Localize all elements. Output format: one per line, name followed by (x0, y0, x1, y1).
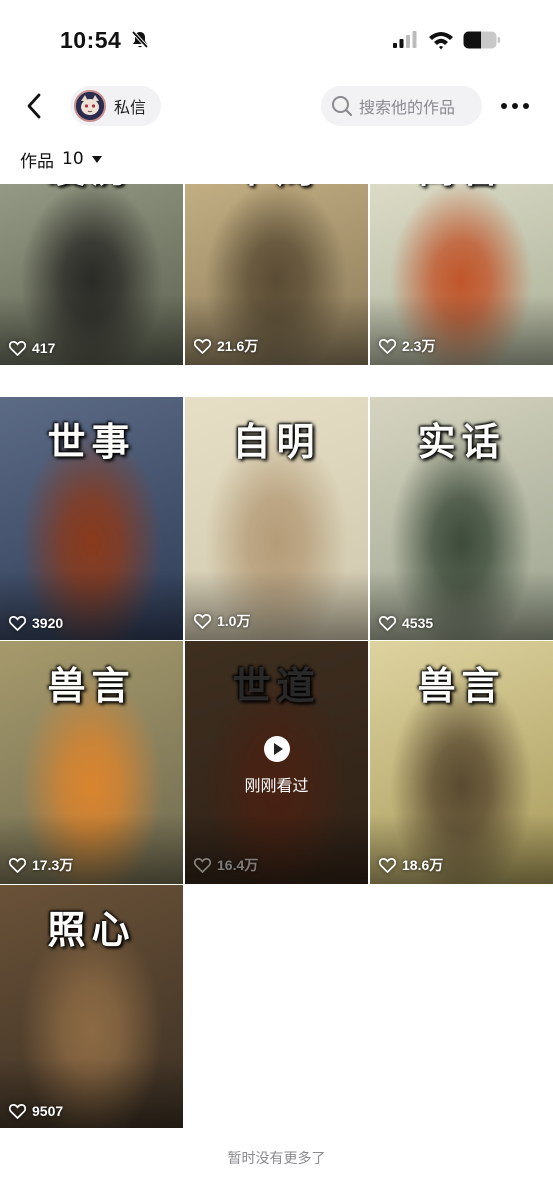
search-placeholder: 搜索他的作品 (359, 98, 456, 117)
work-tile[interactable]: 实话 4535 (370, 397, 553, 640)
heart-icon (194, 613, 211, 629)
work-title: 实话 (417, 419, 506, 464)
avatar (74, 90, 106, 122)
like-count: 16.4万 (194, 855, 258, 875)
back-button[interactable] (18, 90, 50, 122)
recently-viewed-label: 刚刚看过 (244, 776, 309, 795)
like-count-value: 4535 (402, 615, 434, 631)
cellular-signal-icon (393, 31, 417, 48)
chevron-left-icon (27, 93, 41, 119)
bell-off-icon (131, 30, 149, 49)
wifi-icon (429, 32, 453, 50)
more-dots-icon (501, 103, 507, 109)
direct-message-label: 私信 (114, 98, 147, 117)
like-count-value: 2.3万 (402, 338, 436, 354)
works-grid: 凌厉 417 本周 21.6万 寓言 2.3万世事 3920 自明 1.0万 实话 4535 兽言 17… (0, 184, 553, 1130)
search-icon (332, 96, 353, 117)
work-title: 本周 (185, 184, 368, 193)
caret-down-icon (91, 155, 102, 163)
battery-icon (463, 31, 500, 49)
works-filter-dropdown[interactable]: 作品 10 (20, 146, 102, 172)
work-title: 凌厉 (0, 184, 183, 193)
like-count: 4535 (379, 615, 433, 631)
recently-viewed-badge: 刚刚看过 (185, 736, 368, 796)
like-count-value: 17.3万 (32, 857, 74, 873)
heart-icon (379, 338, 396, 354)
status-time: 10:54 (60, 27, 122, 53)
like-count-value: 3920 (32, 615, 64, 631)
like-count: 21.6万 (194, 336, 258, 356)
like-count: 417 (9, 340, 55, 356)
work-tile[interactable]: 自明 1.0万 (185, 397, 368, 640)
profile-header: 私信 搜索他的作品 (0, 80, 553, 132)
like-count: 18.6万 (379, 855, 443, 875)
work-tile[interactable]: 世道刚刚看过16.4万 (185, 641, 368, 884)
like-count: 1.0万 (194, 611, 250, 631)
like-count-value: 18.6万 (402, 857, 444, 873)
like-count: 9507 (9, 1103, 63, 1119)
heart-icon (9, 1103, 26, 1119)
heart-icon (194, 338, 211, 354)
like-count-value: 9507 (32, 1103, 64, 1119)
heart-icon (9, 857, 26, 873)
works-label: 作品 (20, 151, 54, 172)
like-count-value: 16.4万 (217, 857, 259, 873)
heart-icon (379, 615, 396, 631)
work-tile[interactable]: 照心 9507 (0, 885, 183, 1128)
play-icon (263, 736, 290, 762)
status-bar: 10:54 (0, 0, 553, 80)
like-count: 2.3万 (379, 336, 435, 356)
work-tile[interactable]: 兽言 18.6万 (370, 641, 553, 884)
work-title: 寓言 (370, 184, 553, 193)
direct-message-button[interactable]: 私信 (70, 86, 161, 126)
work-title: 照心 (47, 907, 136, 952)
like-count: 17.3万 (9, 855, 73, 875)
no-more-text: 暂时没有更多了 (227, 1151, 326, 1167)
works-count: 10 (62, 149, 84, 169)
heart-icon (194, 857, 211, 873)
heart-icon (379, 857, 396, 873)
like-count: 3920 (9, 615, 63, 631)
like-count-value: 21.6万 (217, 338, 259, 354)
work-tile[interactable]: 本周 21.6万 (185, 184, 368, 365)
work-tile[interactable]: 凌厉 417 (0, 184, 183, 365)
like-count-value: 1.0万 (217, 613, 251, 629)
work-tile[interactable]: 世事 3920 (0, 397, 183, 640)
work-title: 兽言 (47, 663, 136, 708)
more-options-button[interactable] (496, 94, 534, 118)
heart-icon (9, 615, 26, 631)
work-title: 世事 (47, 419, 136, 464)
search-works-input[interactable]: 搜索他的作品 (321, 86, 482, 126)
work-tile[interactable]: 兽言 17.3万 (0, 641, 183, 884)
work-tile[interactable]: 寓言 2.3万 (370, 184, 553, 365)
work-title: 兽言 (417, 663, 506, 708)
like-count-value: 417 (32, 340, 56, 356)
work-title: 自明 (232, 419, 321, 464)
heart-icon (9, 340, 26, 356)
